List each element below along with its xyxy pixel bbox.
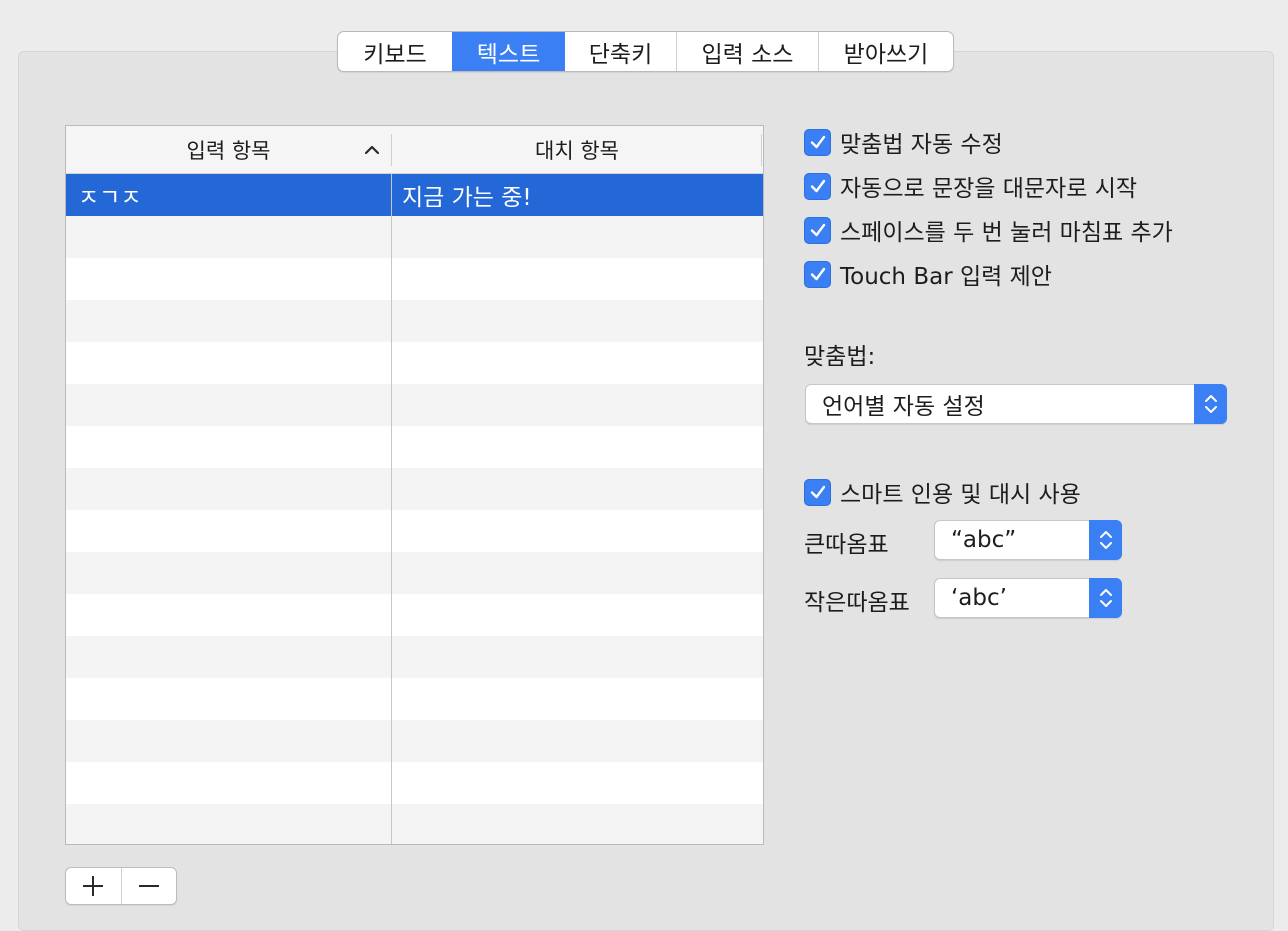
single-quotes-label: 작은따옴표 (804, 590, 910, 616)
capitalize-checkbox[interactable]: 자동으로 문장을 대문자로 시작 (804, 169, 1137, 203)
chevron-updown-icon (1194, 384, 1227, 424)
tab-shortcuts[interactable]: 단축키 (564, 32, 676, 71)
spelling-label: 맞춤법: (804, 344, 876, 370)
touchbar-suggestions-label: Touch Bar 입력 제안 (840, 264, 1052, 290)
empty-table-row[interactable] (66, 678, 763, 720)
empty-table-row[interactable] (66, 804, 763, 844)
column-header-replace[interactable]: 입력 항목 (66, 126, 391, 174)
tab-bar: 키보드 텍스트 단축키 입력 소스 받아쓰기 (337, 31, 954, 72)
empty-table-row[interactable] (66, 468, 763, 510)
autocorrect-label: 맞춤법 자동 수정 (840, 132, 1003, 158)
tab-keyboard[interactable]: 키보드 (338, 32, 452, 71)
empty-table-row[interactable] (66, 720, 763, 762)
plus-icon (83, 876, 104, 896)
checkmark-icon (804, 128, 831, 156)
empty-table-row[interactable] (66, 384, 763, 426)
spelling-select[interactable]: 언어별 자동 설정 (805, 384, 1227, 424)
minus-icon (138, 885, 159, 887)
remove-button[interactable] (120, 868, 177, 904)
smart-quotes-label: 스마트 인용 및 대시 사용 (840, 482, 1081, 508)
text-replacement-table[interactable]: 입력 항목 대치 항목 ㅈㄱㅈ 지금 가는 중! (65, 125, 764, 845)
checkmark-icon (804, 260, 831, 288)
double-quotes-select[interactable]: “abc” (934, 520, 1122, 560)
empty-table-row[interactable] (66, 216, 763, 258)
sort-ascending-icon (362, 138, 382, 162)
single-quotes-select[interactable]: ‘abc’ (934, 578, 1122, 618)
empty-table-row[interactable] (66, 552, 763, 594)
capitalize-label: 자동으로 문장을 대문자로 시작 (840, 176, 1138, 202)
empty-table-row[interactable] (66, 258, 763, 300)
checkmark-icon (804, 172, 831, 200)
double-quotes-label: 큰따옴표 (804, 532, 889, 558)
empty-table-row[interactable] (66, 300, 763, 342)
empty-table-row[interactable] (66, 342, 763, 384)
empty-table-row[interactable] (66, 510, 763, 552)
column-divider (391, 174, 392, 844)
add-remove-control (65, 867, 177, 905)
tab-dictation[interactable]: 받아쓰기 (818, 32, 953, 71)
double-space-period-checkbox[interactable]: 스페이스를 두 번 눌러 마침표 추가 (804, 213, 1173, 247)
checkmark-icon (804, 216, 831, 244)
column-header-with[interactable]: 대치 항목 (392, 126, 762, 174)
double-space-period-label: 스페이스를 두 번 눌러 마침표 추가 (840, 220, 1173, 246)
touchbar-suggestions-checkbox[interactable]: Touch Bar 입력 제안 (804, 257, 1052, 291)
single-quotes-value: ‘abc’ (951, 585, 1007, 611)
table-body: ㅈㄱㅈ 지금 가는 중! (66, 174, 763, 844)
with-cell: 지금 가는 중! (402, 185, 532, 211)
table-header: 입력 항목 대치 항목 (66, 126, 763, 174)
add-button[interactable] (66, 868, 121, 904)
tab-text[interactable]: 텍스트 (452, 32, 564, 71)
tab-input-sources[interactable]: 입력 소스 (676, 32, 818, 71)
double-quotes-value: “abc” (951, 527, 1017, 553)
chevron-updown-icon (1089, 578, 1122, 618)
empty-table-row[interactable] (66, 426, 763, 468)
table-row[interactable]: ㅈㄱㅈ 지금 가는 중! (66, 174, 763, 216)
header-divider (761, 134, 762, 166)
checkmark-icon (804, 478, 831, 506)
smart-quotes-checkbox[interactable]: 스마트 인용 및 대시 사용 (804, 475, 1081, 509)
spelling-select-value: 언어별 자동 설정 (822, 394, 985, 420)
empty-table-row[interactable] (66, 762, 763, 804)
empty-table-row[interactable] (66, 594, 763, 636)
replace-cell: ㅈㄱㅈ (78, 185, 142, 211)
autocorrect-checkbox[interactable]: 맞춤법 자동 수정 (804, 125, 1003, 159)
empty-table-row[interactable] (66, 636, 763, 678)
chevron-updown-icon (1089, 520, 1122, 560)
